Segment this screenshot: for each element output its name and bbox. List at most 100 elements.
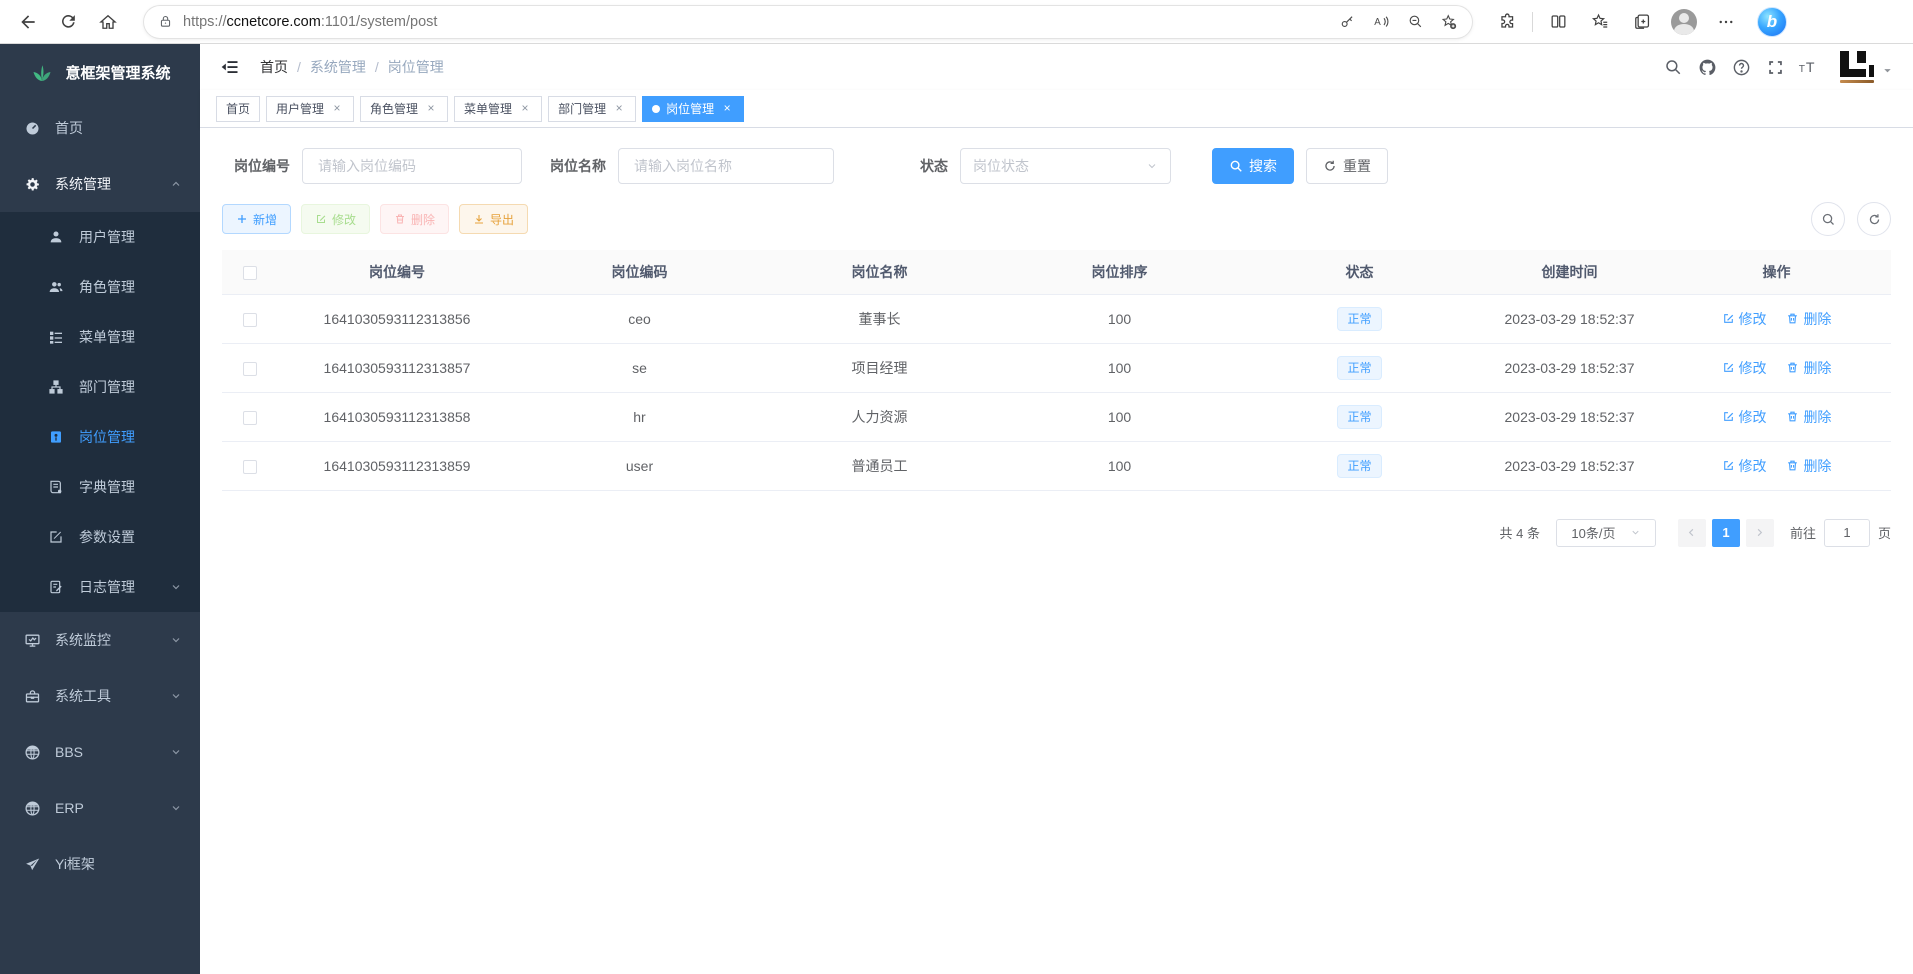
tab-posts-active[interactable]: 岗位管理× [642,96,744,122]
sidebar-item-label: 系统工具 [55,686,111,706]
row-edit-link[interactable]: 修改 [1722,358,1767,378]
add-button[interactable]: 新增 [222,204,291,234]
sidebar-item-logs[interactable]: 日志管理 [0,562,200,612]
password-key-icon[interactable] [1330,8,1364,36]
user-menu[interactable] [1840,51,1893,83]
tab-menus[interactable]: 菜单管理× [454,96,542,122]
sidebar-item-roles[interactable]: 角色管理 [0,262,200,312]
refresh-table-button[interactable] [1857,202,1891,236]
sidebar-item-erp[interactable]: ERP [0,780,200,836]
export-button[interactable]: 导出 [459,204,528,234]
show-search-toggle-button[interactable] [1811,202,1845,236]
search-button[interactable]: 搜索 [1212,148,1294,184]
pagination-total: 共 4 条 [1500,523,1540,542]
breadcrumb-home[interactable]: 首页 [260,57,288,77]
close-icon[interactable]: × [612,102,626,116]
row-delete-link[interactable]: 删除 [1786,407,1831,427]
tab-roles[interactable]: 角色管理× [360,96,448,122]
post-code-input[interactable] [302,148,522,184]
add-favorite-star-icon[interactable] [1432,8,1466,36]
fullscreen-button[interactable] [1758,50,1792,84]
table-row[interactable]: 1641030593112313858 hr 人力资源 100 正常 2023-… [222,392,1891,441]
sidebar-item-posts[interactable]: 岗位管理 [0,412,200,462]
posts-table: 岗位编号 岗位编码 岗位名称 岗位排序 状态 创建时间 操作 164103059… [222,250,1891,491]
post-name-label: 岗位名称 [538,156,606,176]
breadcrumb-system[interactable]: 系统管理 [310,57,366,77]
font-size-button[interactable]: TT [1792,50,1826,84]
status-badge: 正常 [1337,307,1381,331]
delete-button-disabled[interactable]: 删除 [380,204,449,234]
sidebar-item-parameters[interactable]: 参数设置 [0,512,200,562]
sidebar-item-tools[interactable]: 系统工具 [0,668,200,724]
sidebar-item-menus[interactable]: 菜单管理 [0,312,200,362]
row-delete-link[interactable]: 删除 [1786,456,1831,476]
page-size-select[interactable]: 10条/页 [1556,519,1656,547]
edit-button-disabled[interactable]: 修改 [301,204,370,234]
page-number-1[interactable]: 1 [1712,519,1740,547]
table-row[interactable]: 1641030593112313859 user 普通员工 100 正常 202… [222,441,1891,490]
status-select[interactable]: 岗位状态 [960,148,1171,184]
reset-button[interactable]: 重置 [1306,148,1388,184]
row-checkbox[interactable] [243,313,257,327]
close-icon[interactable]: × [424,102,438,116]
sidebar-item-label: 部门管理 [79,377,135,397]
caret-down-icon [1882,65,1893,76]
github-button[interactable] [1690,50,1724,84]
sidebar-item-bbs[interactable]: BBS [0,724,200,780]
gear-icon [24,176,41,193]
row-checkbox[interactable] [243,411,257,425]
close-icon[interactable]: × [518,102,532,116]
next-page-button[interactable] [1746,519,1774,547]
split-screen-button[interactable] [1537,5,1579,39]
browser-home-button[interactable] [88,5,128,39]
fold-menu-icon [220,57,240,77]
sidebar-item-users[interactable]: 用户管理 [0,212,200,262]
tab-departments[interactable]: 部门管理× [548,96,636,122]
favorites-button[interactable] [1579,5,1621,39]
row-checkbox[interactable] [243,460,257,474]
header-search-button[interactable] [1656,50,1690,84]
row-edit-link[interactable]: 修改 [1722,407,1767,427]
zoom-out-icon[interactable] [1398,8,1432,36]
address-bar[interactable]: https://ccnetcore.com:1101/system/post A [144,6,1472,38]
row-delete-link[interactable]: 删除 [1786,309,1831,329]
tab-users[interactable]: 用户管理× [266,96,354,122]
bing-chat-button[interactable]: b [1757,7,1787,37]
plus-icon [236,213,248,225]
read-aloud-icon[interactable]: A [1364,8,1398,36]
app-logo[interactable]: 意框架管理系统 [0,44,200,100]
col-post-name: 岗位名称 [762,250,997,294]
close-icon[interactable]: × [720,102,734,116]
toolbar-divider [1532,12,1533,32]
sidebar-item-yi-framework[interactable]: Yi框架 [0,836,200,892]
post-name-input[interactable] [618,148,834,184]
table-row[interactable]: 1641030593112313856 ceo 董事长 100 正常 2023-… [222,294,1891,343]
row-edit-link[interactable]: 修改 [1722,309,1767,329]
prev-page-button[interactable] [1678,519,1706,547]
row-delete-link[interactable]: 删除 [1786,358,1831,378]
help-button[interactable] [1724,50,1758,84]
table-row[interactable]: 1641030593112313857 se 项目经理 100 正常 2023-… [222,343,1891,392]
sidebar-item-system[interactable]: 系统管理 [0,156,200,212]
settings-more-button[interactable] [1705,5,1747,39]
sidebar-item-label: 日志管理 [79,577,135,597]
pagination: 共 4 条 10条/页 1 前往 页 [222,519,1891,547]
browser-refresh-button[interactable] [48,5,88,39]
globe-icon [24,744,41,761]
sidebar-item-home[interactable]: 首页 [0,100,200,156]
extensions-button[interactable] [1486,5,1528,39]
close-icon[interactable]: × [330,102,344,116]
browser-back-button[interactable] [8,5,48,39]
sidebar-item-dictionaries[interactable]: 字典管理 [0,462,200,512]
sidebar-toggle-button[interactable] [214,51,246,83]
sidebar-item-departments[interactable]: 部门管理 [0,362,200,412]
collections-button[interactable] [1621,5,1663,39]
sidebar-item-monitor[interactable]: 系统监控 [0,612,200,668]
profile-button[interactable] [1663,5,1705,39]
goto-page-input[interactable] [1824,519,1870,547]
org-tree-icon [48,379,65,396]
row-edit-link[interactable]: 修改 [1722,456,1767,476]
row-checkbox[interactable] [243,362,257,376]
tab-home[interactable]: 首页 [216,96,260,122]
select-all-checkbox[interactable] [243,266,257,280]
